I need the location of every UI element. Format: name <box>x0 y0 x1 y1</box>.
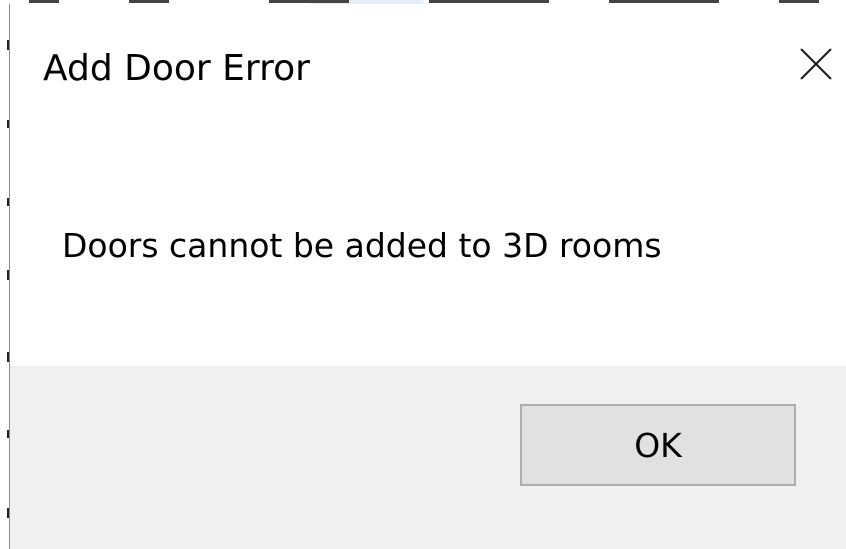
close-button[interactable] <box>786 34 846 94</box>
ok-button[interactable]: OK <box>520 404 796 486</box>
dialog-title-bar: Add Door Error <box>10 4 846 134</box>
dialog-footer: OK <box>10 366 846 549</box>
background-left-edge <box>0 0 9 549</box>
error-message: Doors cannot be added to 3D rooms <box>62 226 662 265</box>
dialog-title: Add Door Error <box>43 48 310 89</box>
close-icon <box>800 48 832 80</box>
error-dialog: Add Door Error Doors cannot be added to … <box>9 4 846 549</box>
